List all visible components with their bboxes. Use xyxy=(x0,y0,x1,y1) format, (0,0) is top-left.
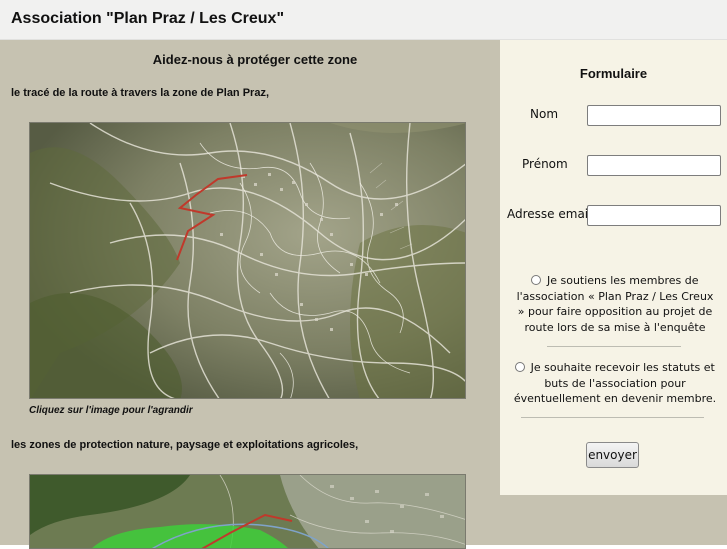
site-title: Association "Plan Praz / Les Creux" xyxy=(11,10,285,27)
submit-button[interactable]: envoyer xyxy=(586,442,639,468)
support-option-text: Je soutiens les membres de l'association… xyxy=(516,274,714,334)
membership-option: Je souhaite recevoir les statuts et buts… xyxy=(512,360,718,407)
protection-map-image-link[interactable] xyxy=(29,474,466,549)
prenom-input[interactable] xyxy=(587,155,721,176)
nom-label: Nom xyxy=(530,107,559,121)
section-label-protection: les zones de protection nature, paysage … xyxy=(11,439,359,451)
email-label: Adresse email xyxy=(507,207,592,221)
membership-option-text: Je souhaite recevoir les statuts et buts… xyxy=(513,361,717,405)
page-heading: Aidez-nous à protéger cette zone xyxy=(152,52,358,67)
section-label-route: le tracé de la route à travers la zone d… xyxy=(11,87,270,99)
support-radio[interactable] xyxy=(531,275,542,285)
email-input[interactable] xyxy=(587,205,721,226)
prenom-label: Prénom xyxy=(522,157,568,171)
form-panel: Formulaire Nom Prénom Adresse email Je s… xyxy=(500,40,727,495)
site-header: Association "Plan Praz / Les Creux" xyxy=(0,0,727,40)
map-caption: Cliquez sur l'image pour l'agrandir xyxy=(29,405,193,416)
route-aerial-map xyxy=(30,123,465,398)
form-title: Formulaire xyxy=(579,66,648,81)
divider xyxy=(547,346,681,347)
protection-aerial-map xyxy=(30,475,465,548)
content-column: Aidez-nous à protéger cette zone le trac… xyxy=(0,40,500,549)
nom-input[interactable] xyxy=(587,105,721,126)
main-area: Aidez-nous à protéger cette zone le trac… xyxy=(0,40,727,549)
route-map-image-link[interactable] xyxy=(29,122,466,399)
support-option: Je soutiens les membres de l'association… xyxy=(512,273,718,335)
divider xyxy=(521,417,704,418)
membership-radio[interactable] xyxy=(515,362,526,372)
